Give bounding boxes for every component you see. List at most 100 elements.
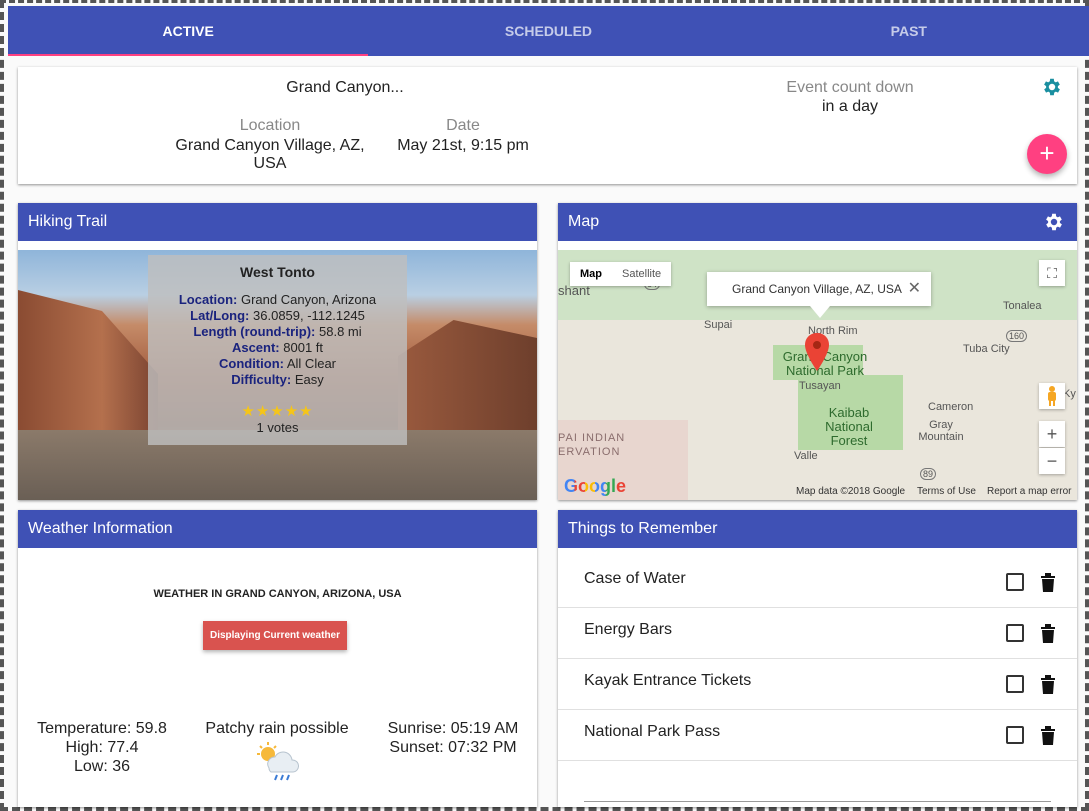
event-title: Grand Canyon... (286, 79, 404, 96)
detail-key: Condition: (218, 356, 284, 371)
weather-header: Weather Information (18, 510, 537, 548)
low-value: Low: 36 (73, 758, 131, 775)
things-to-remember-card: Things to Remember Case of Water Energy … (558, 510, 1077, 807)
map-label: Tonalea (1003, 300, 1042, 312)
zoom-in-button[interactable]: + (1039, 421, 1065, 447)
map-marker-icon[interactable] (805, 333, 829, 371)
map-type-map-button[interactable]: Map (570, 262, 612, 286)
trail-detail-row: Difficulty: Easy (148, 372, 407, 388)
detail-value: Grand Canyon, Arizona (240, 292, 377, 307)
tab-bar: ACTIVE SCHEDULED PAST (8, 6, 1089, 56)
trail-info-overlay: West Tonto Location: Grand Canyon, Arizo… (148, 255, 407, 445)
route-shield-icon: 160 (1006, 330, 1028, 342)
detail-key: Length (round-trip): (193, 324, 316, 339)
temperature-value: Temperature: 59.8 (37, 720, 167, 737)
detail-value: Easy (294, 372, 324, 387)
list-item: National Park Pass (558, 710, 1077, 761)
item-checkbox[interactable] (1006, 573, 1024, 591)
trail-detail-row: Length (round-trip): 58.8 mi (148, 324, 407, 340)
sunset-value: Sunset: 07:32 PM (389, 739, 517, 756)
sun-times-block: Sunrise: 05:19 AM Sunset: 07:32 PM (378, 719, 528, 757)
map-label: PAI INDIAN (558, 432, 626, 444)
trail-photo: West Tonto Location: Grand Canyon, Arizo… (18, 250, 537, 500)
detail-value: All Clear (286, 356, 336, 371)
map-info-window: Grand Canyon Village, AZ, USA ✕ (707, 272, 931, 318)
hiking-trail-header: Hiking Trail (18, 203, 537, 241)
item-checkbox[interactable] (1006, 675, 1024, 693)
current-weather-badge[interactable]: Displaying Current weather (203, 621, 347, 650)
tab-scheduled[interactable]: SCHEDULED (368, 6, 728, 56)
temperature-block: Temperature: 59.8 High: 77.4 Low: 36 (32, 719, 172, 776)
detail-key: Location: (178, 292, 238, 307)
detail-value: 58.8 mi (319, 324, 362, 339)
google-map[interactable]: shant Supai North Rim Grand Canyon Natio… (558, 250, 1077, 500)
weather-title: WEATHER IN GRAND CANYON, ARIZONA, USA (153, 588, 402, 600)
patchy-rain-icon (257, 742, 299, 781)
event-date: Date May 21st, 9:15 pm (388, 117, 538, 155)
add-event-button[interactable]: + (1027, 134, 1067, 174)
trail-name: West Tonto (240, 264, 315, 280)
map-type-toggle: Map Satellite (570, 262, 672, 286)
sunrise-value: Sunrise: 05:19 AM (387, 720, 519, 737)
location-value: Grand Canyon Village, AZ, USA (175, 137, 365, 172)
hiking-trail-card: Hiking Trail West Tonto Location: Grand … (18, 203, 537, 500)
item-checkbox[interactable] (1006, 624, 1024, 642)
item-label: National Park Pass (584, 723, 721, 740)
detail-value: 36.0859, -112.1245 (253, 308, 365, 323)
countdown-value: in a day (821, 98, 879, 115)
map-label: Kaibab National Forest (825, 405, 873, 448)
vote-count: 1 votes (256, 420, 299, 435)
tab-active[interactable]: ACTIVE (8, 6, 369, 56)
detail-key: Ascent: (231, 340, 280, 355)
rating-stars-icon[interactable]: ★★★★★ (148, 402, 407, 420)
item-label: Energy Bars (584, 621, 673, 638)
map-settings-gear-icon[interactable] (1043, 211, 1065, 233)
list-item: Case of Water (558, 557, 1077, 608)
detail-value: 8001 ft (283, 340, 324, 355)
terms-link[interactable]: Terms of Use (917, 486, 976, 497)
trash-icon[interactable] (1040, 623, 1056, 643)
list-item: Energy Bars (558, 608, 1077, 659)
map-label: Cameron (928, 401, 974, 413)
zoom-out-button[interactable]: − (1039, 448, 1065, 474)
close-icon[interactable]: ✕ (908, 272, 921, 306)
location-label: Location (239, 117, 301, 134)
item-label: Case of Water (584, 570, 686, 587)
countdown-label: Event count down (786, 79, 914, 96)
fullscreen-icon[interactable]: ⛶ (1039, 260, 1065, 286)
date-label: Date (446, 117, 480, 134)
trail-detail-row: Ascent: 8001 ft (148, 340, 407, 356)
map-data-text: Map data ©2018 Google (796, 486, 906, 497)
item-label: Kayak Entrance Tickets (584, 672, 752, 689)
map-card: Map shant Supai North Rim Grand Canyon N… (558, 203, 1077, 500)
route-shield-icon: 89 (920, 468, 937, 480)
trail-detail-row: Location: Grand Canyon, Arizona (148, 292, 407, 308)
map-type-satellite-button[interactable]: Satellite (612, 262, 671, 286)
map-label: Tusayan (799, 380, 841, 392)
report-map-error-link[interactable]: Report a map error (987, 486, 1071, 497)
new-item-input[interactable] (584, 801, 1051, 802)
map-header: Map (558, 203, 1077, 241)
trash-icon[interactable] (1040, 572, 1056, 592)
item-checkbox[interactable] (1006, 726, 1024, 744)
settings-gear-icon[interactable] (1041, 76, 1063, 98)
trail-detail-row: Lat/Long: 36.0859, -112.1245 (148, 308, 407, 324)
remember-header: Things to Remember (558, 510, 1077, 548)
detail-key: Difficulty: (231, 372, 292, 387)
info-window-text: Grand Canyon Village, AZ, USA (732, 282, 902, 296)
google-logo: Google (564, 476, 626, 496)
weather-condition: Patchy rain possible (205, 720, 349, 737)
tab-past[interactable]: PAST (729, 6, 1089, 56)
trash-icon[interactable] (1040, 725, 1056, 745)
trail-detail-row: Condition: All Clear (148, 356, 407, 372)
trash-icon[interactable] (1040, 674, 1056, 694)
map-label: Tuba City (963, 343, 1010, 355)
street-view-pegman-icon[interactable] (1039, 383, 1065, 409)
map-label: Gray Mountain (918, 419, 964, 443)
event-countdown: Event count down in a day (760, 78, 940, 116)
weather-card: Weather Information WEATHER IN GRAND CAN… (18, 510, 537, 807)
event-location: Location Grand Canyon Village, AZ, USA (158, 117, 382, 173)
list-item: Kayak Entrance Tickets (558, 659, 1077, 710)
date-value: May 21st, 9:15 pm (397, 137, 529, 154)
event-card: Grand Canyon... Location Grand Canyon Vi… (18, 67, 1077, 184)
